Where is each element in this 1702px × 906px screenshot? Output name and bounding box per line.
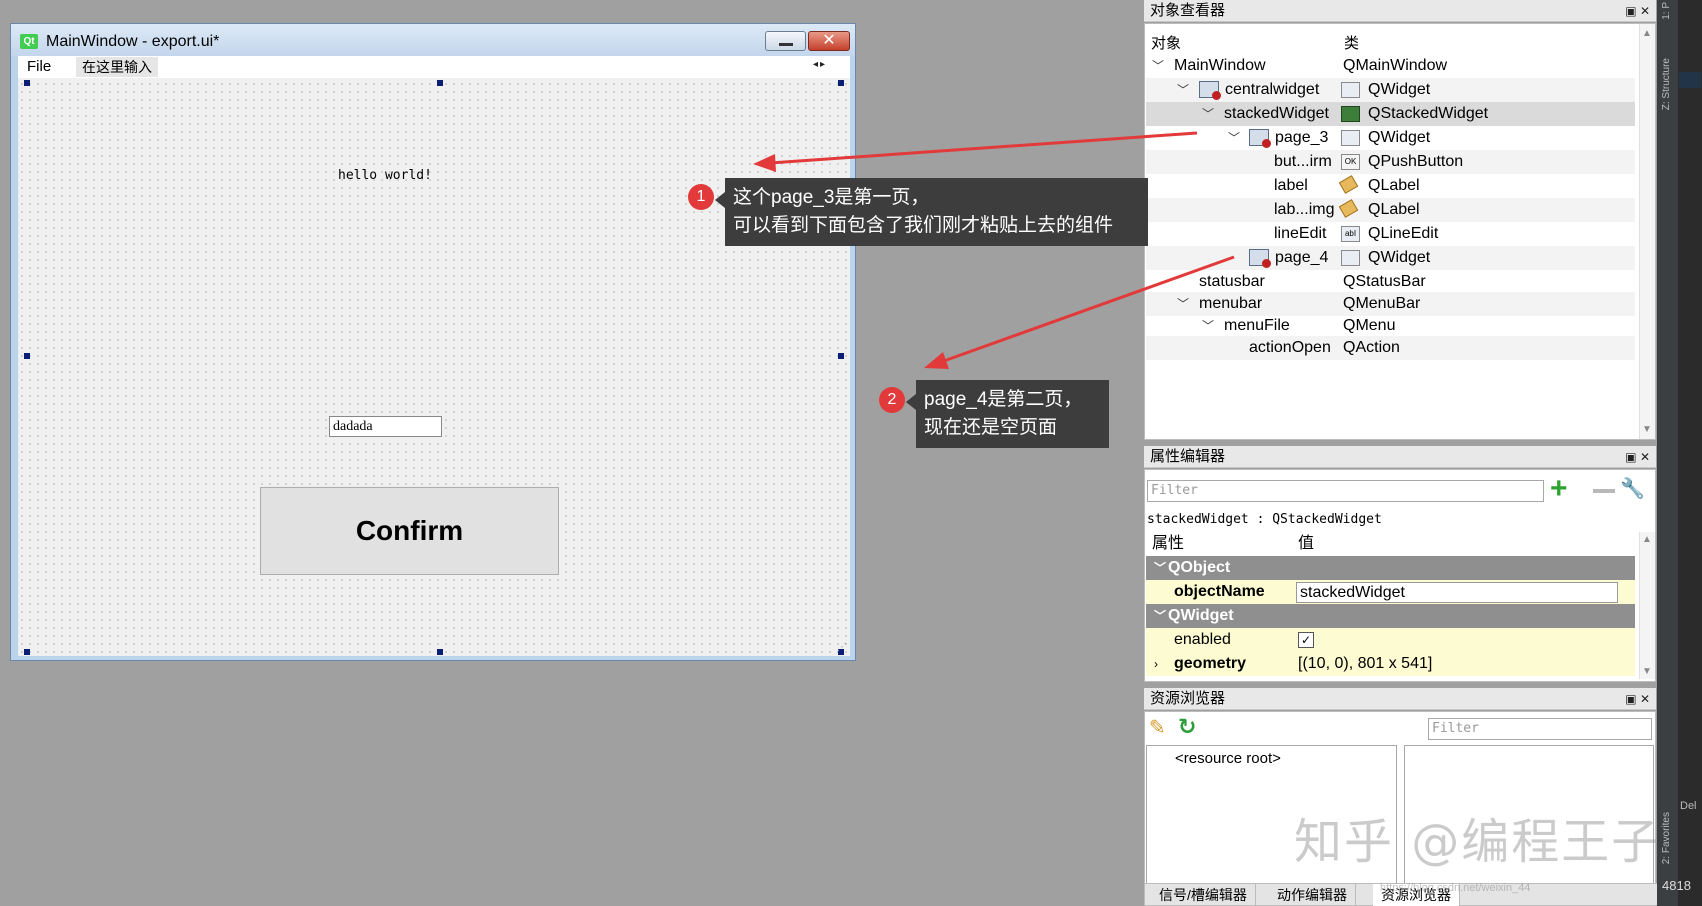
annotation-callout-1: 这个page_3是第一页， 可以看到下面包含了我们刚才粘贴上去的组件	[715, 178, 1148, 246]
arrow-head-1	[753, 154, 776, 172]
annotation-callout-2: page_4是第二页， 现在还是空页面	[906, 380, 1109, 448]
annotation-badge-2: 2	[879, 387, 905, 413]
annotation-badge-1: 1	[688, 184, 714, 210]
callout-2-line-1: page_4是第二页，	[924, 389, 1083, 410]
csdn-watermark: https://blog.csdn.net/weixin_44	[1380, 882, 1531, 894]
callout-1-line-2: 可以看到下面包含了我们刚才粘贴上去的组件	[733, 215, 1114, 236]
corner-watermark-number: 4818	[1662, 878, 1691, 893]
annotation-arrow-1	[769, 131, 1198, 165]
callout-1-line-1: 这个page_3是第一页，	[733, 187, 930, 208]
arrow-head-2	[924, 352, 949, 369]
annotation-arrow-2	[940, 255, 1235, 364]
annotation-arrows	[753, 131, 1235, 369]
callout-2-line-2: 现在还是空页面	[924, 417, 1058, 438]
zhihu-watermark: 知乎 @编程王子	[1294, 814, 1662, 870]
